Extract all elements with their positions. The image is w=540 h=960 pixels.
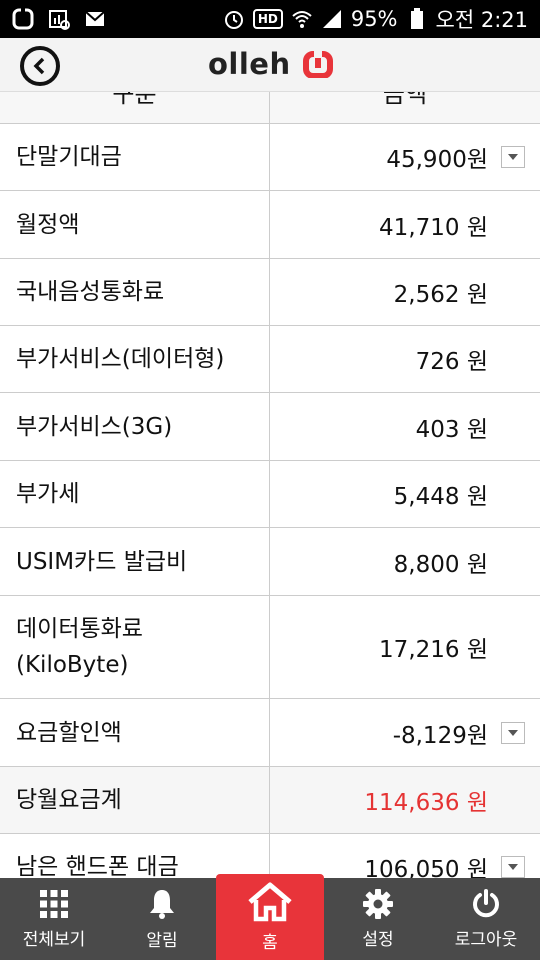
row-label: 부가세 — [0, 461, 270, 527]
olleh-logo: olleh — [208, 47, 333, 81]
column-header-amount: 금액 — [382, 92, 428, 108]
app-header: olleh — [0, 38, 540, 92]
table-row: 부가서비스(데이터형) 726 원 — [0, 326, 540, 393]
caret-down-icon — [508, 154, 518, 160]
caret-down-icon — [508, 864, 518, 870]
nav-settings[interactable]: 설정 — [324, 878, 432, 960]
nav-label: 로그아웃 — [454, 929, 518, 950]
caret-down-icon — [508, 729, 518, 736]
billing-table[interactable]: 구분 금액 단말기대금 45,900원 월정액 41,710 원 국내음성통화료… — [0, 92, 540, 878]
table-row: 부가세 5,448 원 — [0, 461, 540, 528]
grid-icon — [40, 889, 68, 918]
home-icon — [248, 882, 292, 921]
table-row: 단말기대금 45,900원 — [0, 124, 540, 191]
table-row: 부가서비스(3G) 403 원 — [0, 393, 540, 461]
battery-percent: 95% — [350, 7, 398, 31]
system-status: HD 95% 오전 2:21 — [223, 4, 528, 34]
logo-text: olleh — [208, 47, 291, 81]
signal-icon — [321, 8, 343, 30]
notification-icons — [12, 8, 106, 30]
row-amount: -8,129원 — [270, 699, 540, 766]
row-amount: 403 원 — [270, 393, 540, 460]
row-label: USIM카드 발급비 — [0, 528, 270, 595]
expand-dropdown-button[interactable] — [501, 721, 525, 744]
amount-value: 17,216 원 — [379, 637, 488, 663]
row-label: 남은 핸드폰 대금 — [0, 834, 270, 878]
row-amount: 17,216 원 — [270, 596, 540, 698]
table-body: 단말기대금 45,900원 월정액 41,710 원 국내음성통화료 2,562… — [0, 124, 540, 878]
back-button[interactable] — [20, 46, 60, 86]
bottom-navigation: 전체보기 알림 홈 설정 로그아웃 — [0, 874, 540, 960]
table-row: USIM카드 발급비 8,800 원 — [0, 528, 540, 596]
expand-dropdown-button[interactable] — [501, 856, 525, 878]
row-amount: 726 원 — [270, 326, 540, 392]
row-amount: 8,800 원 — [270, 528, 540, 595]
row-label: 국내음성통화료 — [0, 259, 270, 325]
gear-icon — [363, 888, 393, 919]
table-row-total: 당월요금계 114,636 원 — [0, 767, 540, 834]
row-amount: 2,562 원 — [270, 259, 540, 325]
nav-all-menu[interactable]: 전체보기 — [0, 878, 108, 960]
image-notification-icon — [48, 8, 70, 30]
row-amount: 41,710 원 — [270, 191, 540, 258]
row-amount: 114,636 원 — [270, 767, 540, 833]
amount-value: 106,050 원 — [364, 857, 488, 878]
table-row: 월정액 41,710 원 — [0, 191, 540, 259]
alarm-icon — [223, 8, 245, 30]
status-bar: HD 95% 오전 2:21 — [0, 0, 540, 38]
amount-value: 5,448 원 — [393, 484, 488, 510]
nav-label: 전체보기 — [22, 929, 86, 950]
amount-value: 8,800 원 — [393, 551, 488, 578]
nav-label: 설정 — [362, 929, 394, 950]
row-label: 단말기대금 — [0, 124, 270, 190]
olleh-notification-icon — [12, 8, 34, 30]
row-amount: 45,900원 — [270, 124, 540, 190]
amount-value: -8,129원 — [392, 722, 488, 749]
row-label: 당월요금계 — [0, 767, 270, 833]
amount-value: 2,562 원 — [393, 282, 488, 308]
nav-logout[interactable]: 로그아웃 — [432, 878, 540, 960]
row-amount: 5,448 원 — [270, 461, 540, 527]
amount-value: 41,710 원 — [379, 214, 488, 241]
amount-value: 45,900원 — [386, 147, 488, 173]
nav-home[interactable]: 홈 — [216, 874, 324, 960]
chevron-left-icon — [33, 57, 45, 75]
nav-label: 홈 — [262, 932, 278, 953]
row-label: 부가서비스(3G) — [0, 393, 270, 460]
row-label: 월정액 — [0, 191, 270, 258]
row-label: 요금할인액 — [0, 699, 270, 766]
amount-value: 403 원 — [415, 416, 488, 443]
row-label: 데이터통화료 (KiloByte) — [0, 596, 270, 698]
nav-label: 알림 — [146, 930, 178, 951]
hd-voice-badge: HD — [252, 9, 283, 29]
nav-notifications[interactable]: 알림 — [108, 878, 216, 960]
table-header: 구분 금액 — [0, 92, 540, 124]
table-row: 데이터통화료 (KiloByte) 17,216 원 — [0, 596, 540, 699]
amount-value: 726 원 — [415, 349, 488, 375]
row-amount: 106,050 원 — [270, 834, 540, 878]
table-row: 남은 핸드폰 대금 106,050 원 — [0, 834, 540, 878]
wifi-icon — [291, 8, 313, 30]
column-header-category: 구분 — [0, 92, 270, 123]
total-amount-value: 114,636 원 — [364, 790, 488, 816]
clock: 오전 2:21 — [435, 8, 528, 32]
table-row: 국내음성통화료 2,562 원 — [0, 259, 540, 326]
olleh-logo-icon — [302, 50, 333, 78]
bell-icon — [150, 889, 174, 919]
row-label: 부가서비스(데이터형) — [0, 326, 270, 392]
power-icon — [473, 888, 499, 917]
mail-icon — [84, 8, 106, 30]
battery-icon — [406, 8, 428, 30]
table-row: 요금할인액 -8,129원 — [0, 699, 540, 767]
expand-dropdown-button[interactable] — [501, 146, 525, 168]
